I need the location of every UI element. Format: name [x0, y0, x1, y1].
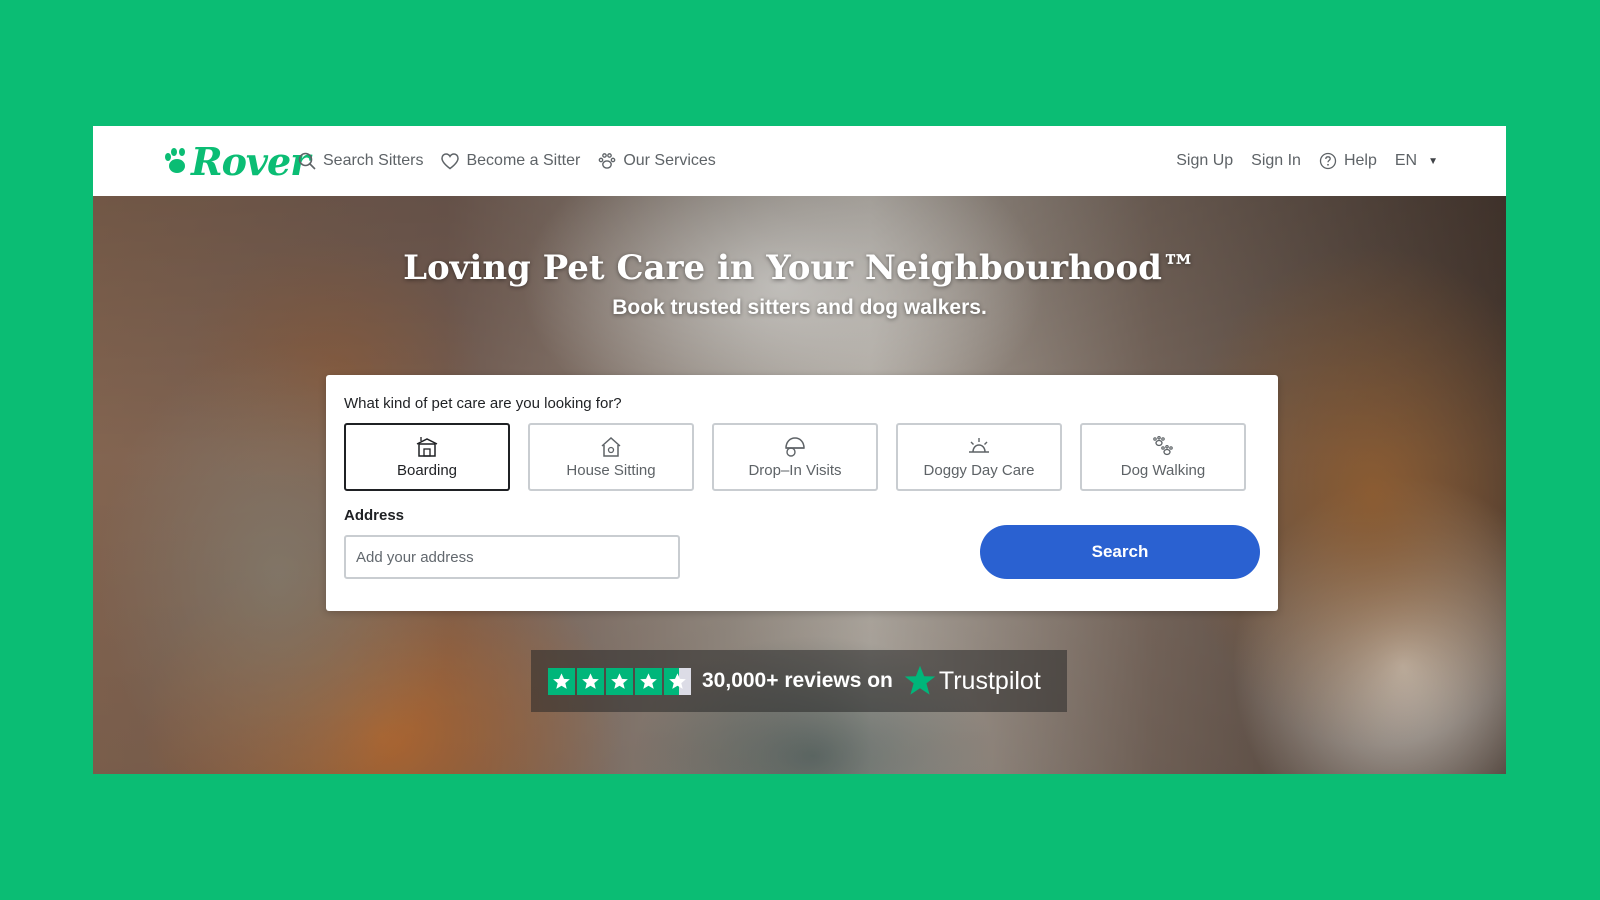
service-dog-walking-label: Dog Walking: [1120, 461, 1206, 479]
service-question: What kind of pet care are you looking fo…: [344, 395, 622, 412]
star-icon: [635, 667, 662, 695]
account-nav: Sign Up Sign In Help EN ▼: [1176, 126, 1438, 196]
address-label: Address: [344, 507, 405, 524]
service-doggy-day-care[interactable]: Doggy Day Care: [896, 423, 1062, 491]
boarding-icon: [416, 436, 438, 457]
search-card: What kind of pet care are you looking fo…: [326, 375, 1278, 611]
trustpilot-logo: Trustpilot: [903, 665, 1041, 697]
trustpilot-wordmark: Trustpilot: [938, 666, 1041, 695]
browser-page: Rover Search Sitters Become a Sitter Our…: [93, 126, 1506, 774]
sign-in-link[interactable]: Sign In: [1251, 152, 1301, 170]
nav-our-services-label: Our Services: [623, 152, 716, 169]
service-boarding-label: Boarding: [396, 461, 458, 479]
service-drop-in-label: Drop–In Visits: [748, 461, 842, 479]
half-star-icon: [664, 667, 691, 695]
nav-search-sitters[interactable]: Search Sitters: [298, 152, 423, 170]
trustpilot-star-icon: [904, 665, 936, 695]
paws-icon: [1153, 435, 1173, 455]
nav-become-sitter[interactable]: Become a Sitter: [441, 152, 580, 170]
rover-logo[interactable]: Rover: [163, 138, 310, 184]
address-input[interactable]: [344, 535, 680, 579]
service-options: Boarding House Sitting Drop–In Visits Do…: [344, 423, 1246, 491]
nav-search-sitters-label: Search Sitters: [323, 152, 424, 169]
hero-title: Loving Pet Care in Your Neighbourhood™: [403, 248, 1196, 288]
paw-icon: [598, 153, 616, 169]
service-drop-in-visits[interactable]: Drop–In Visits: [712, 423, 878, 491]
help-link[interactable]: Help: [1319, 152, 1377, 170]
trustpilot-stars: [548, 667, 691, 695]
hero-subtitle: Book trusted sitters and dog walkers.: [612, 296, 987, 319]
service-house-sitting-label: House Sitting: [566, 461, 656, 479]
search-icon: [298, 152, 316, 170]
nav-our-services[interactable]: Our Services: [598, 152, 716, 170]
service-house-sitting[interactable]: House Sitting: [528, 423, 694, 491]
language-label: EN: [1394, 152, 1418, 169]
main-nav: Search Sitters Become a Sitter Our Servi…: [298, 126, 716, 196]
nav-become-sitter-label: Become a Sitter: [466, 152, 581, 169]
hero-section: Loving Pet Care in Your Neighbourhood™ B…: [93, 196, 1506, 774]
service-dog-walking[interactable]: Dog Walking: [1080, 423, 1246, 491]
logo-wordmark: Rover: [191, 138, 310, 184]
star-icon: [577, 667, 604, 695]
sign-up-link[interactable]: Sign Up: [1176, 152, 1233, 170]
language-select[interactable]: EN ▼: [1395, 152, 1438, 170]
house-icon: [601, 436, 621, 457]
reviews-count-text: 30,000+ reviews on: [702, 669, 893, 692]
chevron-down-icon: ▼: [1428, 155, 1438, 167]
drop-in-icon: [785, 436, 805, 457]
star-icon: [606, 667, 633, 695]
top-navigation: Rover Search Sitters Become a Sitter Our…: [93, 126, 1506, 196]
service-doggy-day-care-label: Doggy Day Care: [923, 461, 1035, 479]
search-button[interactable]: Search: [980, 525, 1260, 579]
heart-icon: [441, 152, 460, 169]
trustpilot-banner[interactable]: 30,000+ reviews on Trustpilot: [531, 650, 1067, 712]
service-boarding[interactable]: Boarding: [344, 423, 510, 491]
paw-logo-icon: [165, 148, 185, 173]
star-icon: [548, 667, 575, 695]
sun-icon: [969, 437, 989, 453]
question-circle-icon: [1319, 152, 1337, 170]
help-label: Help: [1343, 152, 1377, 169]
